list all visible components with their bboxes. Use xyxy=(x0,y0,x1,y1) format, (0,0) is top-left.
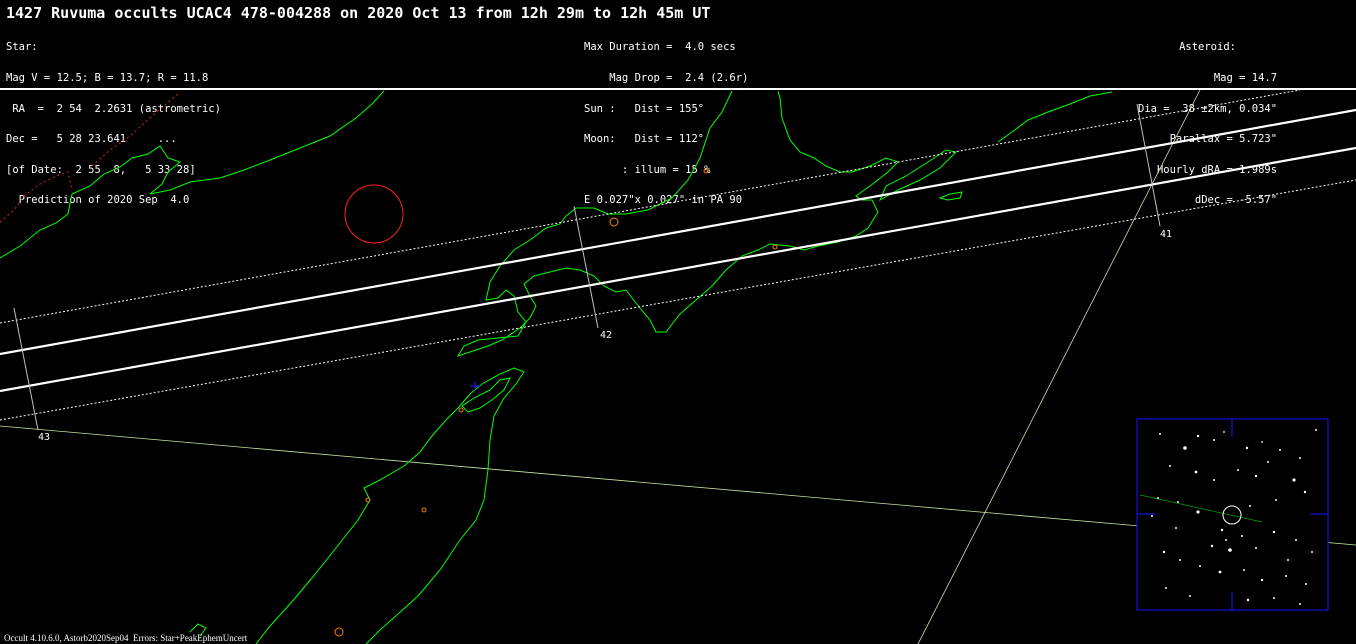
coastlines xyxy=(0,90,1113,644)
site-marker xyxy=(334,627,344,637)
star-chart-inset xyxy=(1136,418,1329,611)
software-footer: Occult 4.10.6.0, Astorb2020Sep04 Errors:… xyxy=(4,633,248,643)
sun-circle xyxy=(344,184,404,244)
site-marker xyxy=(421,507,427,513)
border-line xyxy=(0,91,181,223)
path-outer-limit-north xyxy=(0,89,1301,324)
path-outer-limit-south xyxy=(0,179,1356,421)
site-marker xyxy=(365,497,371,503)
site-marker xyxy=(772,244,778,250)
site-marker xyxy=(703,168,709,174)
coastline-southern xyxy=(365,367,525,644)
time-label-41: 41 xyxy=(1160,229,1173,240)
star-chart-frame xyxy=(1136,418,1329,611)
coastline-northwest xyxy=(0,90,385,259)
site-marker xyxy=(609,217,619,227)
occultation-path xyxy=(0,89,1356,421)
time-label-43: 43 xyxy=(38,432,51,443)
coastline-northeast xyxy=(997,91,1113,143)
time-tick-42 xyxy=(573,205,599,329)
path-limit-north xyxy=(0,108,1356,356)
coastline-southern-west xyxy=(255,407,459,644)
time-ticks xyxy=(13,103,1161,431)
center-cross-icon xyxy=(470,381,480,391)
time-tick-43 xyxy=(13,307,39,431)
site-marker xyxy=(458,407,464,413)
site-markers xyxy=(334,168,778,637)
coastline-island xyxy=(938,191,963,201)
map-canvas xyxy=(0,88,1356,644)
time-label-42: 42 xyxy=(600,330,613,341)
coastline-central xyxy=(456,90,899,357)
